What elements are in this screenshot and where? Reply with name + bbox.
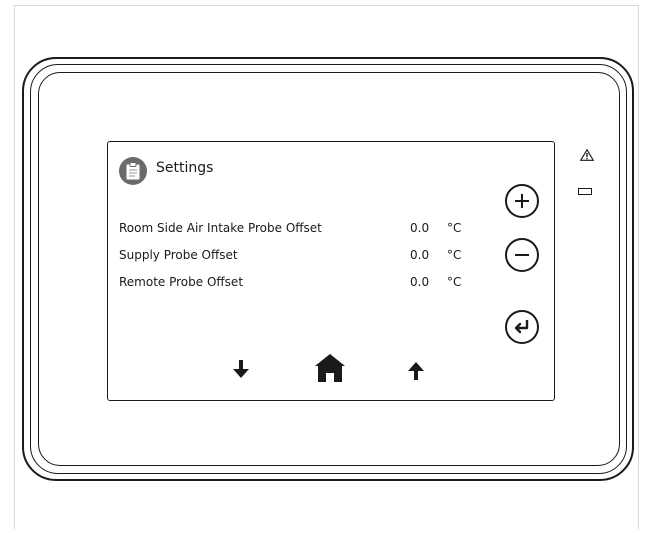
minus-icon: [515, 254, 529, 256]
arrow-down-icon: [233, 360, 249, 378]
row-unit: °C: [447, 221, 462, 235]
row-label: Remote Probe Offset: [119, 275, 244, 289]
status-led: [578, 188, 592, 195]
row-value: 0.0: [410, 221, 430, 235]
scroll-up-button[interactable]: [405, 360, 427, 386]
plus-icon: [515, 194, 529, 208]
warning-icon: [579, 146, 595, 165]
arrow-up-icon: [408, 362, 424, 380]
row-label: Room Side Air Intake Probe Offset: [119, 221, 322, 235]
decrease-button[interactable]: [505, 238, 539, 272]
row-unit: °C: [447, 275, 462, 289]
row-unit: °C: [447, 248, 462, 262]
row-label: Supply Probe Offset: [119, 248, 238, 262]
clipboard-icon: [119, 157, 147, 185]
scroll-down-button[interactable]: [230, 358, 252, 384]
row-value: 0.0: [410, 248, 430, 262]
home-icon: [315, 354, 345, 382]
row-value: 0.0: [410, 275, 430, 289]
home-button[interactable]: [314, 353, 346, 387]
enter-button[interactable]: [505, 310, 539, 344]
enter-icon: [514, 320, 529, 334]
increase-button[interactable]: [505, 184, 539, 218]
page-title: Settings: [156, 160, 214, 176]
